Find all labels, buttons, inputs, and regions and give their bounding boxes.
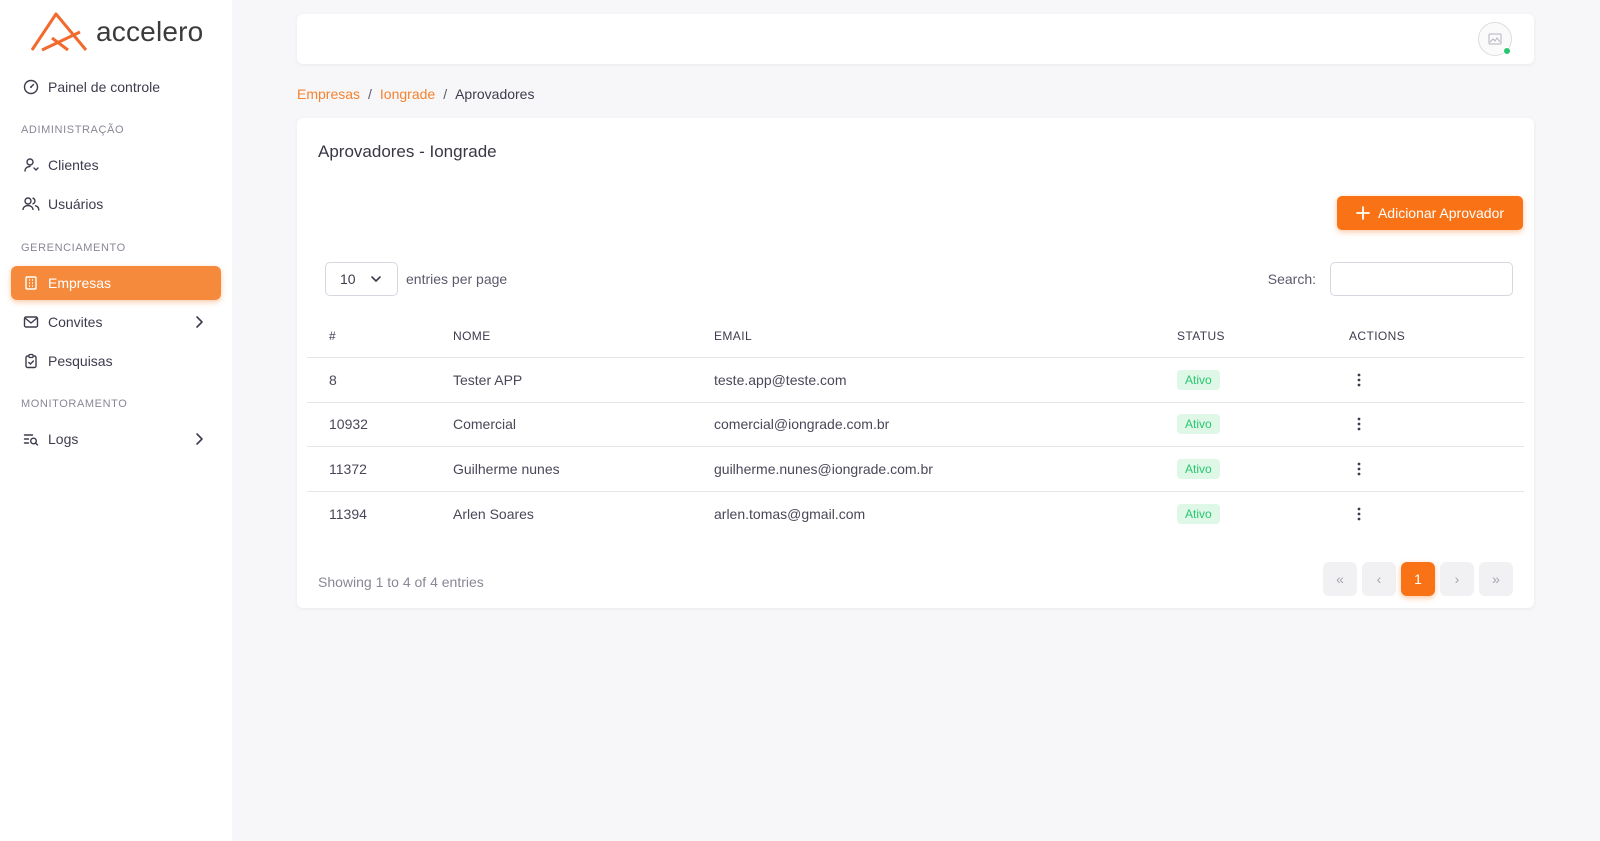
pagination-last-button[interactable]: »: [1479, 562, 1513, 596]
sidebar-item-clientes[interactable]: Clientes: [11, 148, 221, 182]
nav-section-monitoring: MONITORAMENTO: [21, 398, 128, 410]
entries-per-page: 10 entries per page: [325, 262, 507, 296]
sidebar-item-logs[interactable]: Logs: [11, 422, 221, 456]
column-header-email[interactable]: EMAIL: [714, 329, 1177, 343]
entries-label: entries per page: [406, 271, 508, 287]
table-row: 10932 Comercial comercial@iongrade.com.b…: [307, 403, 1524, 447]
cell-id: 11394: [329, 505, 367, 522]
user-icon: [22, 156, 40, 174]
pagination-page-button[interactable]: 1: [1401, 562, 1435, 596]
cell-actions: [1342, 370, 1524, 390]
approvers-table: # NOME EMAIL STATUS ACTIONS 8 Tester APP…: [307, 314, 1524, 536]
column-header-actions: ACTIONS: [1349, 328, 1406, 343]
sidebar-item-dashboard[interactable]: Painel de controle: [11, 70, 221, 104]
cell-id: 10932: [329, 416, 368, 433]
status-badge: Ativo: [1177, 369, 1220, 390]
page-title: Aprovadores - Iongrade: [318, 142, 497, 161]
add-approver-button[interactable]: Adicionar Aprovador: [1337, 196, 1523, 230]
online-status-dot: [1503, 47, 1511, 55]
row-actions-menu-icon[interactable]: [1349, 504, 1369, 524]
pagination-next-button[interactable]: ›: [1440, 562, 1474, 596]
clipboard-check-icon: [22, 352, 40, 370]
table-row: 11394 Arlen Soares arlen.tomas@gmail.com…: [307, 492, 1524, 537]
search-label: Search:: [1267, 271, 1316, 287]
sidebar-item-label: Pesquisas: [48, 353, 113, 369]
cell-id: 8: [329, 371, 337, 388]
sidebar-item-label: Clientes: [48, 157, 99, 173]
broken-image-icon: [1488, 33, 1502, 45]
cell-nome: Tester APP: [453, 371, 523, 388]
avatar[interactable]: [1478, 22, 1512, 56]
gauge-icon: [22, 78, 40, 96]
breadcrumb-current: Aprovadores: [455, 86, 535, 102]
cell-actions: [1342, 459, 1524, 479]
nav-section-management: GERENCIAMENTO: [21, 242, 126, 254]
top-navbar: [297, 14, 1534, 64]
cell-actions: [1342, 414, 1524, 434]
add-approver-label: Adicionar Aprovador: [1377, 205, 1505, 221]
status-badge: Ativo: [1177, 414, 1220, 435]
brand-logo[interactable]: accelero: [28, 10, 203, 54]
search-box: Search:: [1268, 262, 1513, 296]
sidebar-item-empresas[interactable]: Empresas: [11, 266, 221, 300]
plus-icon: [1356, 206, 1370, 220]
cell-nome: Arlen Soares: [453, 505, 534, 522]
column-header-nome[interactable]: NOME: [453, 329, 714, 343]
breadcrumb-link-company[interactable]: Iongrade: [380, 86, 435, 102]
column-header-id[interactable]: #: [307, 329, 453, 343]
cell-email: arlen.tomas@gmail.com: [714, 505, 866, 522]
accelero-logo-icon: [30, 12, 88, 52]
breadcrumb-separator: /: [443, 86, 448, 102]
brand-name: accelero: [96, 16, 204, 47]
sidebar-item-pesquisas[interactable]: Pesquisas: [11, 344, 221, 378]
cell-email: guilherme.nunes@iongrade.com.br: [714, 460, 933, 477]
row-actions-menu-icon[interactable]: [1349, 459, 1369, 479]
chevron-right-icon: [191, 314, 207, 330]
approvers-card: Aprovadores - Iongrade Adicionar Aprovad…: [297, 118, 1534, 608]
cell-status: Ativo: [1177, 458, 1342, 479]
breadcrumb-separator: /: [368, 86, 372, 102]
pagination: « ‹ 1 › »: [1323, 562, 1513, 596]
building-icon: [22, 274, 40, 292]
sidebar-item-label: Painel de controle: [48, 79, 161, 95]
sidebar-item-label: Logs: [48, 431, 79, 447]
nav-section-admin: ADIMINISTRAÇÃO: [21, 124, 125, 136]
sidebar-item-label: Usuários: [48, 196, 104, 212]
cell-status: Ativo: [1177, 414, 1342, 435]
list-search-icon: [22, 430, 40, 448]
status-badge: Ativo: [1177, 458, 1220, 479]
pagination-first-button[interactable]: «: [1323, 562, 1357, 596]
sidebar: accelero Painel de controle ADIMINISTRAÇ…: [0, 0, 232, 841]
cell-id: 11372: [329, 460, 367, 477]
cell-email: teste.app@teste.com: [714, 371, 847, 388]
breadcrumb-link-empresas[interactable]: Empresas: [297, 86, 360, 102]
row-actions-menu-icon[interactable]: [1349, 370, 1369, 390]
chevron-down-icon: [371, 276, 381, 282]
breadcrumb: Empresas / Iongrade / Aprovadores: [297, 86, 534, 102]
cell-actions: [1342, 504, 1524, 524]
sidebar-item-label: Convites: [48, 314, 103, 330]
table-info: Showing 1 to 4 of 4 entries: [318, 574, 484, 590]
table-row: 8 Tester APP teste.app@teste.com Ativo: [307, 358, 1524, 403]
search-input[interactable]: [1330, 262, 1513, 296]
status-badge: Ativo: [1177, 503, 1220, 524]
pagination-prev-button[interactable]: ‹: [1362, 562, 1396, 596]
cell-email: comercial@iongrade.com.br: [714, 416, 890, 433]
entries-select-value: 10: [340, 271, 356, 287]
users-icon: [22, 195, 40, 213]
row-actions-menu-icon[interactable]: [1349, 414, 1369, 434]
cell-nome: Comercial: [453, 416, 517, 433]
cell-status: Ativo: [1177, 503, 1342, 524]
cell-status: Ativo: [1177, 369, 1342, 390]
entries-select[interactable]: 10: [325, 262, 398, 296]
table-header: # NOME EMAIL STATUS ACTIONS: [307, 314, 1524, 358]
sidebar-item-convites[interactable]: Convites: [11, 305, 221, 339]
cell-nome: Guilherme nunes: [453, 460, 560, 477]
chevron-right-icon: [191, 431, 207, 447]
table-row: 11372 Guilherme nunes guilherme.nunes@io…: [307, 447, 1524, 492]
sidebar-item-usuarios[interactable]: Usuários: [11, 187, 221, 221]
sidebar-item-label: Empresas: [48, 275, 112, 291]
mail-icon: [22, 313, 40, 331]
column-header-status[interactable]: STATUS: [1177, 329, 1342, 343]
